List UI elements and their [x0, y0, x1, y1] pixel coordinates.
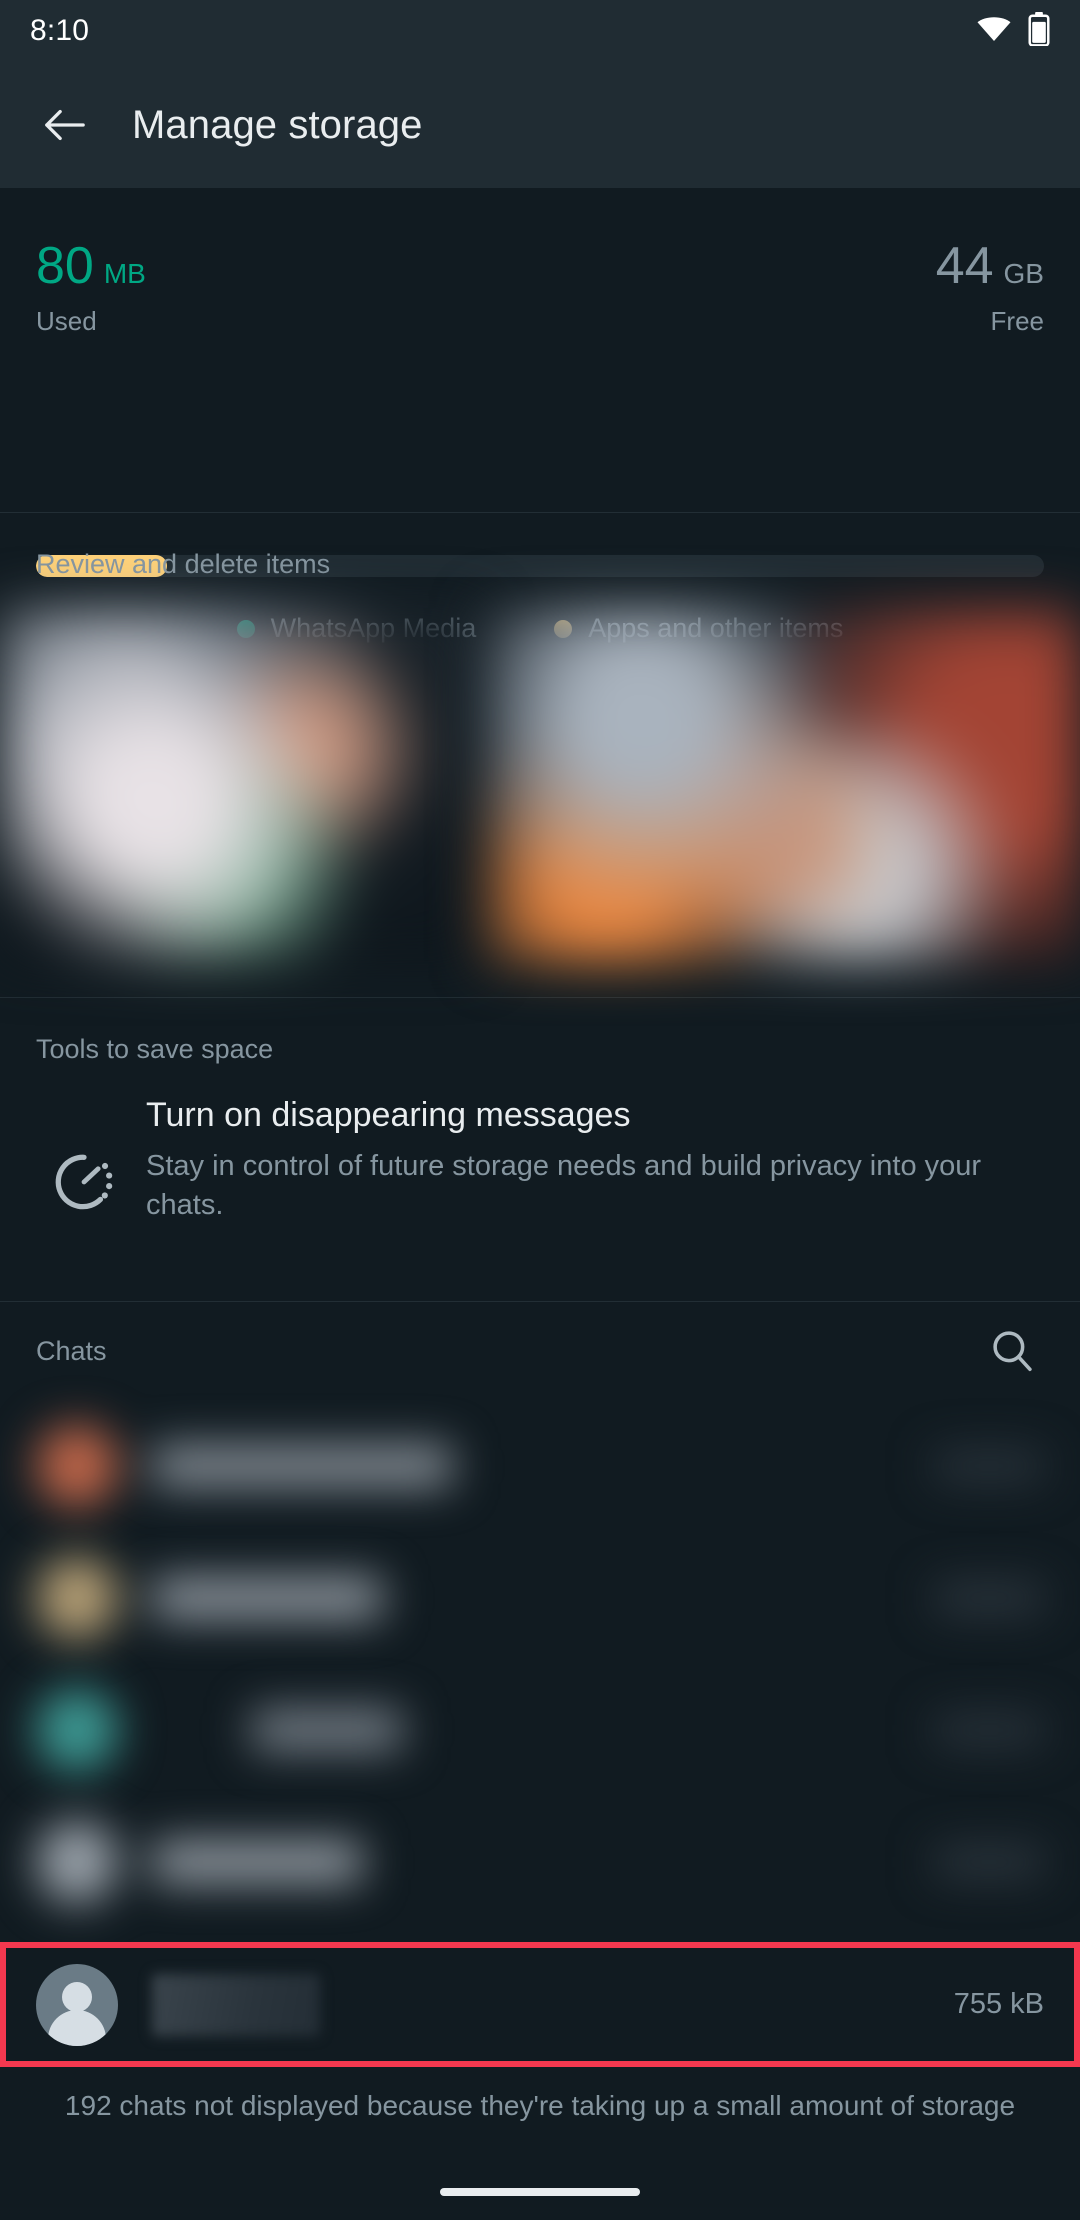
status-bar-time: 8:10 — [30, 14, 90, 47]
chat-size-value: 755 kB — [953, 1988, 1044, 2020]
page-title: Manage storage — [132, 102, 423, 147]
chat-name-redacted — [118, 1710, 934, 1750]
chat-name-redacted — [118, 1842, 934, 1882]
storage-used-value: 80 MB — [36, 240, 146, 292]
wifi-icon — [976, 14, 1012, 49]
chat-size-redacted — [934, 1715, 1044, 1745]
chat-name-redacted — [118, 1578, 934, 1618]
avatar — [36, 1557, 118, 1639]
avatar — [36, 1425, 118, 1507]
chat-list — [0, 1400, 1080, 1928]
storage-free-number: 44 — [935, 237, 994, 295]
default-person-avatar-icon — [36, 1963, 118, 2046]
review-thumbnail-strip — [0, 608, 1080, 963]
battery-icon — [1028, 11, 1050, 51]
storage-free-block: 44 GB Free — [936, 240, 1044, 337]
manage-storage-screen: 8:10 Manage storage 80 MB Used 44 GB Fre… — [0, 0, 1080, 2220]
search-icon — [993, 1331, 1032, 1372]
storage-free-unit: GB — [1003, 258, 1044, 289]
chats-section-title: Chats — [36, 1335, 107, 1366]
chat-list-item[interactable] — [0, 1400, 1080, 1532]
chat-list-item[interactable] — [0, 1532, 1080, 1664]
chat-name-redacted — [152, 1973, 320, 2036]
app-bar: Manage storage — [0, 62, 1080, 188]
review-and-delete-section: Review and delete items — [0, 513, 1080, 998]
disappearing-messages-row[interactable]: Turn on disappearing messages Stay in co… — [0, 1094, 1080, 1225]
disappearing-messages-texts: Turn on disappearing messages Stay in co… — [132, 1094, 1044, 1225]
storage-figures: 80 MB Used 44 GB Free — [0, 240, 1080, 337]
tools-to-save-space-section: Tools to save space Turn on disappearing… — [0, 998, 1080, 1302]
tools-section-title: Tools to save space — [36, 1034, 274, 1064]
disappearing-messages-icon — [36, 1094, 132, 1225]
chat-size-redacted — [934, 1847, 1044, 1877]
chats-section: Chats — [0, 1302, 1080, 1928]
status-bar: 8:10 — [0, 0, 1080, 62]
home-indicator[interactable] — [440, 2188, 640, 2196]
chat-list-item[interactable] — [0, 1664, 1080, 1796]
review-section-title: Review and delete items — [36, 549, 331, 579]
storage-free-value: 44 GB — [936, 240, 1044, 292]
storage-used-unit: MB — [103, 258, 146, 289]
chat-size-redacted — [934, 1583, 1044, 1613]
storage-summary: 80 MB Used 44 GB Free WhatsApp Media — [0, 188, 1080, 643]
chats-footer-note: 192 chats not displayed because they're … — [64, 2090, 1016, 2121]
chat-list-item[interactable] — [0, 1796, 1080, 1928]
arrow-back-icon — [45, 109, 85, 141]
avatar — [36, 1689, 118, 1771]
search-button[interactable] — [980, 1319, 1044, 1383]
storage-used-block: 80 MB Used — [36, 240, 146, 337]
media-thumbnail-2[interactable] — [486, 608, 1080, 963]
chat-size-redacted — [934, 1451, 1044, 1481]
chat-name-redacted — [118, 1446, 934, 1486]
storage-used-number: 80 — [36, 237, 94, 295]
status-bar-icons — [976, 11, 1050, 51]
media-thumbnail-1[interactable] — [0, 608, 480, 963]
highlight-box: 755 kB — [0, 1942, 1080, 2067]
back-button[interactable] — [28, 89, 100, 161]
disappearing-messages-title: Turn on disappearing messages — [146, 1096, 631, 1134]
chat-list-item-highlighted[interactable]: 755 kB — [6, 1948, 1074, 2061]
storage-used-label: Used — [36, 306, 97, 336]
disappearing-messages-subtitle: Stay in control of future storage needs … — [146, 1149, 982, 1221]
avatar — [36, 1821, 118, 1903]
storage-free-label: Free — [990, 306, 1044, 336]
chats-header: Chats — [0, 1302, 1080, 1400]
